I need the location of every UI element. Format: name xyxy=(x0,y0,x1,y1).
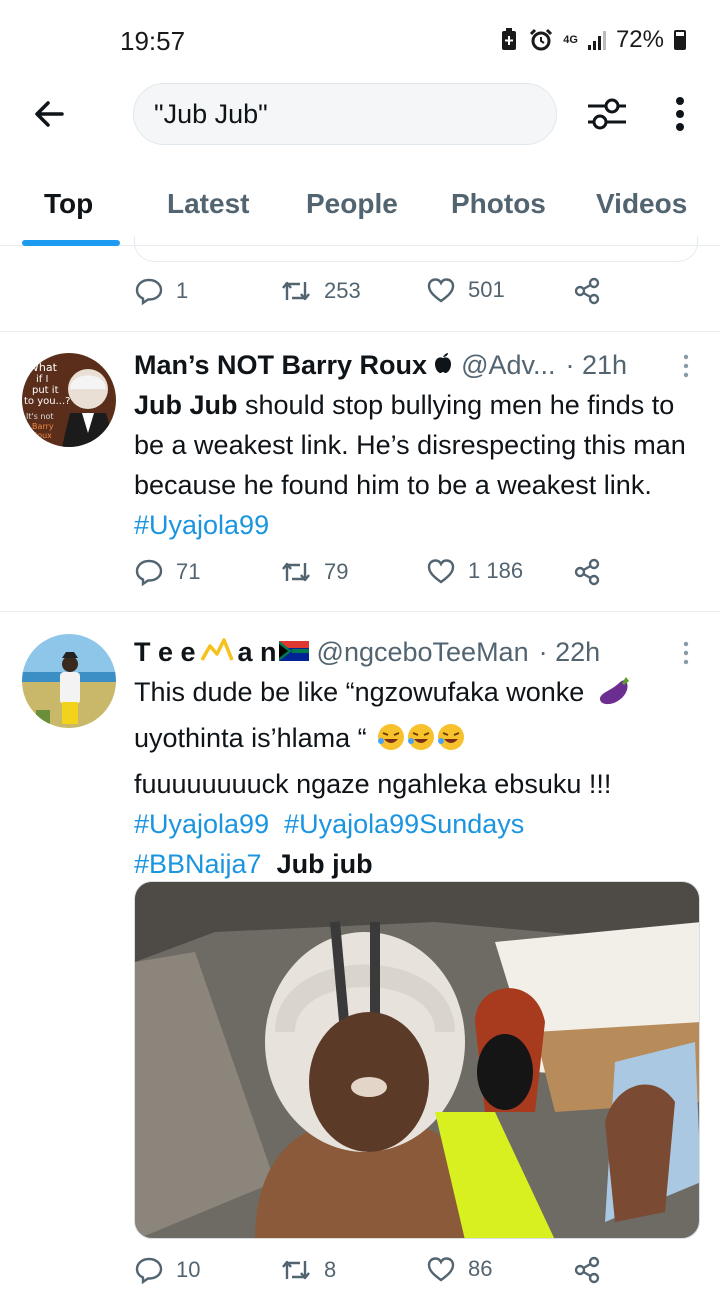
divider xyxy=(0,331,720,332)
svg-text:Roux: Roux xyxy=(32,431,52,440)
search-input[interactable]: "Jub Jub" xyxy=(133,83,557,145)
crown-emoji-icon xyxy=(200,636,234,669)
like-button[interactable]: 86 xyxy=(426,1255,492,1283)
display-name-suffix[interactable]: a n xyxy=(238,637,277,668)
tweet-text: This dude be like “ngzowufaka wonke uyot… xyxy=(134,672,694,884)
handle[interactable]: @Adv... xyxy=(461,350,555,381)
avatar-caption: What xyxy=(28,361,58,374)
heart-icon xyxy=(427,278,455,303)
reply-icon xyxy=(135,278,163,306)
previous-embedded-card-edge xyxy=(134,236,698,262)
handle[interactable]: @ngceboTeeMan xyxy=(317,637,529,668)
tweet-text-line: This dude be like “ngzowufaka wonke xyxy=(134,677,585,707)
share-icon xyxy=(574,558,600,586)
retweet-icon xyxy=(282,1260,310,1280)
search-tabs: Top Latest People Photos Videos xyxy=(0,170,720,246)
tab-people[interactable]: People xyxy=(306,188,398,220)
like-count: 86 xyxy=(468,1256,493,1281)
tweet-text-line: uyothinta is’hlama “ xyxy=(134,723,367,753)
hashtag-link[interactable]: #Uyajola99 xyxy=(134,510,269,540)
hashtag-link[interactable]: #BBNaija7 xyxy=(134,849,262,879)
like-count: 501 xyxy=(468,277,505,302)
eggplant-emoji-icon xyxy=(596,675,632,718)
tweet-actions: 10 8 86 xyxy=(134,1255,614,1295)
search-filter-icon[interactable] xyxy=(584,94,630,134)
search-query: "Jub Jub" xyxy=(154,98,268,129)
tweet-menu-icon[interactable] xyxy=(682,640,690,666)
tab-latest[interactable]: Latest xyxy=(167,188,249,220)
reply-button[interactable]: 71 xyxy=(134,557,200,587)
like-button[interactable]: 501 xyxy=(426,276,505,304)
svg-text:if I: if I xyxy=(36,374,48,385)
share-button[interactable] xyxy=(572,1255,602,1285)
apple-icon xyxy=(433,350,453,381)
tweet-text-bold: Jub jub xyxy=(276,849,373,879)
alarm-icon xyxy=(529,28,553,52)
overflow-menu-icon[interactable] xyxy=(668,94,692,134)
svg-text:Barry: Barry xyxy=(32,422,54,431)
share-icon xyxy=(574,277,600,305)
search-header: "Jub Jub" xyxy=(0,80,720,150)
previous-tweet-actions: 1 253 501 xyxy=(134,276,614,316)
tweet-text: Jub Jub should stop bullying men he find… xyxy=(134,385,694,545)
battery-percent: 72% xyxy=(615,26,664,53)
tweet-header: Man’s NOT Barry Roux @Adv... · 21h xyxy=(134,347,690,383)
avatar[interactable] xyxy=(22,634,116,728)
divider xyxy=(0,611,720,612)
battery-saver-icon xyxy=(499,28,519,52)
retweet-button[interactable]: 8 xyxy=(280,1255,336,1285)
timestamp[interactable]: · 22h xyxy=(539,637,601,668)
retweet-icon xyxy=(282,281,310,301)
tweet-menu-icon[interactable] xyxy=(682,353,690,379)
avatar[interactable]: What if I put it to you...? It's not Bar… xyxy=(22,353,116,447)
hashtag-link[interactable]: #Uyajola99 xyxy=(134,809,269,839)
share-button[interactable] xyxy=(572,276,602,306)
display-name[interactable]: Man’s NOT Barry Roux xyxy=(134,350,427,381)
tweet-header: T e e a n @ngceboTeeMan · 22h xyxy=(134,634,690,670)
signal-icon xyxy=(587,30,606,50)
tweet-media-image[interactable] xyxy=(134,881,700,1239)
tweet-text-bold: Jub Jub xyxy=(134,390,238,420)
like-count: 1 186 xyxy=(468,558,524,583)
status-time: 19:57 xyxy=(120,26,186,56)
retweet-button[interactable]: 253 xyxy=(280,276,361,306)
reply-icon xyxy=(135,1257,163,1285)
svg-text:put it: put it xyxy=(32,385,59,396)
retweet-icon xyxy=(282,562,310,582)
reply-count: 1 xyxy=(176,278,189,303)
network-type: 4G xyxy=(563,34,578,46)
tab-photos[interactable]: Photos xyxy=(451,188,546,220)
svg-text:It's not: It's not xyxy=(26,412,54,421)
display-name[interactable]: T e e xyxy=(134,637,196,668)
reply-button[interactable]: 1 xyxy=(134,276,188,306)
like-button[interactable]: 1 186 xyxy=(426,557,523,585)
tweet-actions: 71 79 1 186 xyxy=(134,557,614,597)
heart-icon xyxy=(427,1257,455,1282)
south-africa-flag-icon xyxy=(278,637,309,668)
hashtag-link[interactable]: #Uyajola99Sundays xyxy=(284,809,524,839)
reply-count: 10 xyxy=(176,1257,201,1282)
status-icons: 4G 72% xyxy=(499,26,686,54)
battery-icon xyxy=(674,30,686,50)
svg-text:to you...?: to you...? xyxy=(24,396,70,407)
tab-videos[interactable]: Videos xyxy=(596,188,687,220)
back-arrow-icon[interactable] xyxy=(30,94,70,134)
active-tab-indicator xyxy=(22,240,120,246)
retweet-count: 79 xyxy=(324,559,349,584)
timestamp[interactable]: · 21h xyxy=(566,350,628,381)
heart-icon xyxy=(427,559,455,584)
reply-button[interactable]: 10 xyxy=(134,1255,200,1285)
share-icon xyxy=(574,1256,600,1284)
reply-count: 71 xyxy=(176,559,201,584)
reply-icon xyxy=(135,559,163,587)
retweet-count: 253 xyxy=(324,278,361,303)
share-button[interactable] xyxy=(572,557,602,587)
tweet-text-line: fuuuuuuuuck ngaze ngahleka ebsuku !!! xyxy=(134,769,612,799)
retweet-button[interactable]: 79 xyxy=(280,557,348,587)
status-bar: 19:57 4G 72% xyxy=(0,0,720,80)
tab-top[interactable]: Top xyxy=(44,188,93,220)
laughing-emoji-icon xyxy=(376,721,466,764)
retweet-count: 8 xyxy=(324,1257,337,1282)
